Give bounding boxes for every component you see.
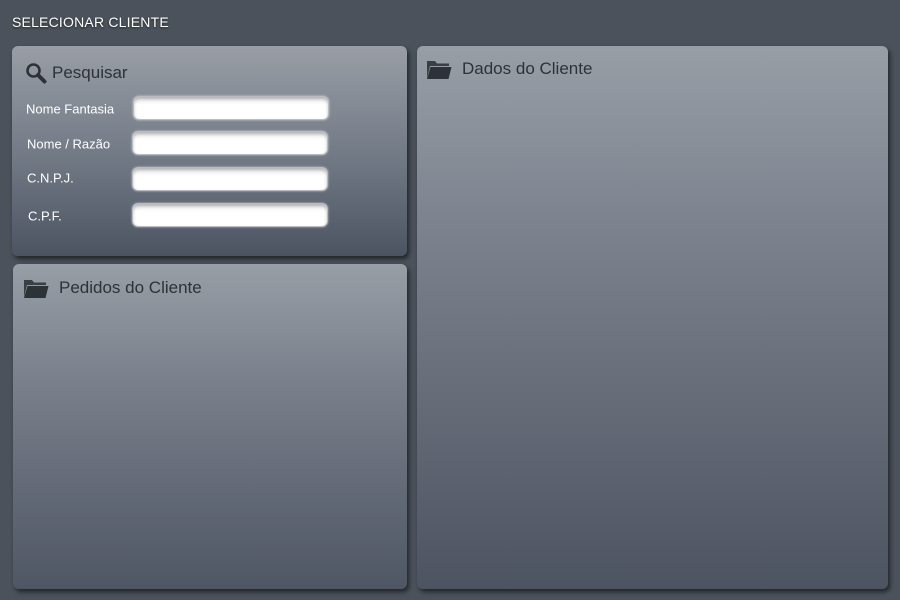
nome-fantasia-label: Nome Fantasia bbox=[26, 101, 115, 117]
search-panel-title: Pesquisar bbox=[52, 63, 128, 82]
folder-icon bbox=[23, 277, 49, 299]
field-row-cnpj: C.N.P.J. bbox=[12, 167, 407, 193]
client-data-panel-title: Dados do Cliente bbox=[462, 59, 593, 78]
orders-panel: Pedidos do Cliente bbox=[13, 264, 407, 589]
cpf-label: C.P.F. bbox=[28, 208, 62, 224]
client-data-panel: Dados do Cliente bbox=[417, 46, 888, 589]
field-row-nome-fantasia: Nome Fantasia bbox=[12, 96, 407, 122]
cnpj-label: C.N.P.J. bbox=[27, 170, 74, 186]
nome-razao-input[interactable] bbox=[132, 131, 328, 155]
search-panel: Pesquisar Nome Fantasia Nome / Razão C.N… bbox=[12, 46, 407, 256]
orders-panel-header: Pedidos do Cliente bbox=[23, 277, 202, 299]
page-title: SELECIONAR CLIENTE bbox=[12, 14, 169, 30]
field-row-cpf: C.P.F. bbox=[12, 203, 407, 229]
nome-fantasia-input[interactable] bbox=[133, 96, 329, 120]
cpf-input[interactable] bbox=[132, 203, 328, 227]
cnpj-input[interactable] bbox=[132, 167, 328, 191]
client-data-panel-header: Dados do Cliente bbox=[426, 58, 592, 80]
field-row-nome-razao: Nome / Razão bbox=[12, 131, 407, 157]
nome-razao-label: Nome / Razão bbox=[27, 136, 111, 152]
search-panel-header: Pesquisar bbox=[25, 62, 128, 84]
folder-icon bbox=[426, 58, 452, 80]
magnifier-icon bbox=[25, 62, 47, 84]
orders-panel-title: Pedidos do Cliente bbox=[59, 278, 202, 297]
